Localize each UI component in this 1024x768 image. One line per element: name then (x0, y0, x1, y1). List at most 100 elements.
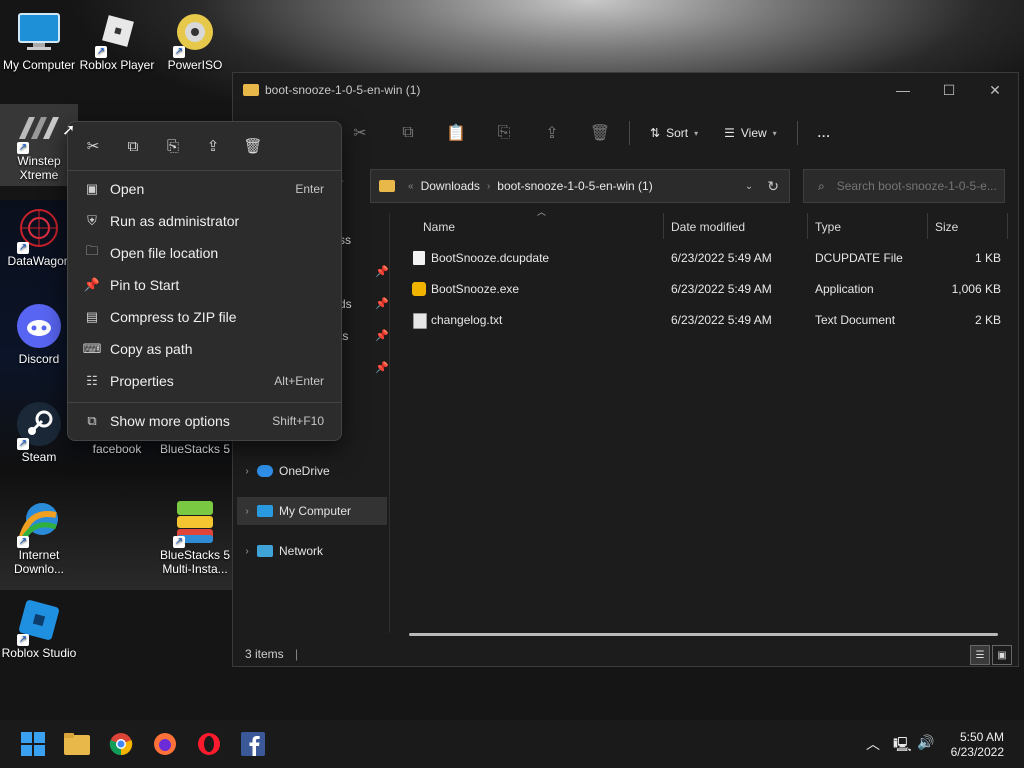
delete-icon[interactable]: 🗑 (238, 132, 268, 160)
file-date: 6/23/2022 5:49 AM (671, 313, 772, 327)
chrome-taskbar-button[interactable] (107, 730, 135, 758)
desktop-icon-internet-download-manager[interactable]: ↗ Internet Downlo... (0, 498, 78, 576)
start-button[interactable] (19, 730, 47, 758)
close-button[interactable]: ✕ (972, 73, 1018, 107)
item-count: 3 items (245, 647, 284, 661)
folder-icon (64, 733, 90, 755)
chevron-right-icon[interactable]: › (237, 546, 257, 557)
chevron-right-icon[interactable]: › (237, 466, 257, 477)
system-clock[interactable]: 5:50 AM 6/23/2022 (951, 730, 1004, 760)
copy-icon[interactable]: ⧉ (393, 118, 423, 148)
column-header-date[interactable]: Date modified (671, 213, 745, 241)
column-divider[interactable] (663, 213, 664, 239)
volume-icon[interactable]: 🔊 (917, 734, 934, 751)
sort-button[interactable]: ⇅ Sort ▾ (644, 122, 704, 144)
more-options-button[interactable]: ... (812, 122, 837, 144)
file-row[interactable]: BootSnooze.dcupdate 6/23/2022 5:49 AM DC… (409, 244, 1009, 272)
column-header-size[interactable]: Size (935, 213, 958, 241)
onedrive-icon (257, 465, 273, 477)
nav-item-label: My Computer (279, 504, 352, 518)
column-header-name[interactable]: Name (423, 213, 455, 241)
folder-icon (243, 84, 259, 96)
menu-item-pin-to-start[interactable]: 📌 Pin to Start (74, 270, 334, 300)
desktop-icon-my-computer[interactable]: My Computer (0, 8, 78, 72)
properties-icon: ☷ (86, 373, 98, 388)
firefox-taskbar-button[interactable] (151, 730, 179, 758)
more-options-icon: ⧉ (87, 413, 97, 428)
rename-icon[interactable]: ⎘ (158, 132, 188, 160)
copy-path-icon: ⌨ (82, 341, 102, 356)
desktop-icon-poweriso[interactable]: ↗ PowerISO (156, 8, 234, 72)
menu-item-label: Properties (110, 373, 174, 389)
network-status-icon[interactable]: 🖳 (893, 734, 912, 758)
show-hidden-icons-button[interactable]: ︿ (866, 734, 880, 754)
context-menu-quick-actions: ✂ ⧉ ⎘ ⇪ 🗑 (78, 132, 268, 160)
chevron-right-icon[interactable]: › (237, 506, 257, 517)
discord-icon (15, 302, 63, 350)
nav-item-network[interactable]: › Network (237, 537, 387, 565)
column-divider[interactable] (927, 213, 928, 239)
menu-item-show-more-options[interactable]: ⧉ Show more options Shift+F10 (74, 406, 334, 436)
details-view-icon[interactable]: ☰ (970, 645, 990, 665)
file-row[interactable]: changelog.txt 6/23/2022 5:49 AM Text Doc… (409, 306, 1009, 334)
mouse-cursor-icon: ➚ (62, 122, 76, 139)
file-size: 1 KB (974, 251, 1001, 265)
desktop-icon-bluestacks-multi[interactable]: ↗ BlueStacks 5 Multi-Insta... (156, 498, 234, 576)
zip-icon: ▤ (85, 309, 99, 324)
chevron-down-icon[interactable]: ⌄ (745, 181, 753, 192)
breadcrumb-overflow-icon[interactable]: « (408, 181, 414, 192)
menu-item-copy-as-path[interactable]: ⌨ Copy as path (74, 334, 334, 364)
column-divider[interactable] (1007, 213, 1008, 239)
shortcut-arrow-icon: ↗ (17, 142, 29, 154)
datawagon-icon: ↗ (15, 204, 63, 254)
rename-icon[interactable]: ⎘ (489, 118, 519, 148)
share-icon[interactable]: ⇪ (537, 118, 567, 148)
search-box[interactable]: ⌕ (803, 169, 1005, 203)
search-input[interactable] (834, 178, 999, 194)
cut-icon[interactable]: ✂ (345, 118, 375, 148)
menu-item-open-file-location[interactable]: 🗀 Open file location (74, 238, 334, 268)
menu-item-label: Show more options (110, 413, 230, 429)
desktop-icon-roblox-player[interactable]: ↗ Roblox Player (78, 8, 156, 72)
breadcrumb-current-folder[interactable]: boot-snooze-1-0-5-en-win (1) (497, 179, 652, 193)
file-size: 1,006 KB (951, 282, 1001, 296)
chevron-right-icon[interactable]: › (487, 181, 490, 192)
view-button[interactable]: ☰ View ▾ (718, 122, 783, 144)
copy-icon[interactable]: ⧉ (118, 132, 148, 160)
file-row[interactable]: BootSnooze.exe 6/23/2022 5:49 AM Applica… (409, 275, 1009, 303)
nav-item-my-computer[interactable]: › My Computer (237, 497, 387, 525)
share-icon[interactable]: ⇪ (198, 132, 228, 160)
column-header-type[interactable]: Type (815, 213, 841, 241)
monitor-icon (15, 8, 63, 56)
facebook-icon (241, 732, 265, 756)
menu-item-properties[interactable]: ☷ Properties Alt+Enter (74, 366, 334, 396)
desktop-icon-label: Roblox Player (79, 58, 155, 72)
horizontal-scrollbar[interactable] (409, 633, 998, 636)
column-divider[interactable] (807, 213, 808, 239)
facebook-taskbar-button[interactable] (239, 730, 267, 758)
minimize-button[interactable]: — (880, 73, 926, 107)
paste-icon[interactable]: 📋 (441, 118, 471, 148)
winstep-icon: ↗ (15, 104, 63, 154)
menu-item-label: Compress to ZIP file (110, 309, 237, 325)
menu-item-label: Copy as path (110, 341, 193, 357)
opera-taskbar-button[interactable] (195, 730, 223, 758)
nav-item-onedrive[interactable]: › OneDrive (237, 457, 387, 485)
shield-icon: ⛨ (87, 213, 97, 228)
maximize-button[interactable]: ☐ (926, 73, 972, 107)
file-explorer-taskbar-button[interactable] (63, 730, 91, 758)
folder-icon (379, 180, 395, 192)
address-bar[interactable]: « Downloads › boot-snooze-1-0-5-en-win (… (370, 169, 790, 203)
desktop-icon-label: Steam (21, 450, 57, 464)
menu-item-open[interactable]: ▣ Open Enter (74, 174, 334, 204)
menu-item-compress-to-zip[interactable]: ▤ Compress to ZIP file (74, 302, 334, 332)
menu-item-run-as-administrator[interactable]: ⛨ Run as administrator (74, 206, 334, 236)
shortcut-arrow-icon: ↗ (17, 242, 29, 254)
cut-icon[interactable]: ✂ (78, 132, 108, 160)
tiles-view-icon[interactable]: ▣ (992, 645, 1012, 665)
title-bar[interactable]: boot-snooze-1-0-5-en-win (1) — ☐ ✕ (233, 73, 1018, 107)
breadcrumb-downloads[interactable]: Downloads (421, 179, 480, 193)
desktop-icon-roblox-studio[interactable]: ↗ Roblox Studio (0, 596, 78, 660)
refresh-icon[interactable]: ↻ (767, 178, 779, 195)
delete-icon[interactable]: 🗑 (585, 118, 615, 148)
